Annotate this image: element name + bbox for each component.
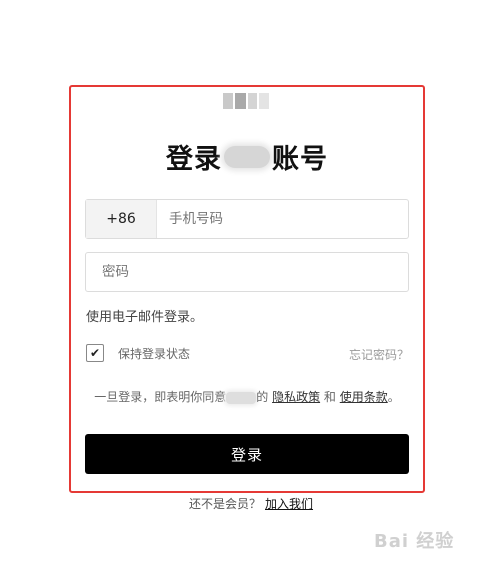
join-link[interactable]: 加入我们	[265, 497, 313, 511]
terms-and: 和	[323, 390, 336, 404]
login-card: 登录 账号 +86 使用电子邮件登录。 ✔ 保持登录状态 忘记密码？ 一旦登录，…	[69, 85, 425, 493]
phone-input[interactable]	[157, 200, 408, 238]
brand-logo	[223, 93, 270, 109]
redacted-brand-name	[224, 145, 270, 168]
check-icon: ✔	[89, 346, 101, 360]
terms-end: 。	[387, 390, 400, 404]
privacy-policy-link[interactable]: 隐私政策	[272, 390, 320, 404]
forgot-password-link[interactable]: 忘记密码？	[349, 346, 409, 363]
phone-field-group: +86	[85, 199, 409, 239]
terms-notice: 一旦登录，即表明你同意 的 隐私政策 和 使用条款。	[71, 388, 423, 405]
terms-connector: 的	[256, 390, 269, 404]
watermark-logo: Bai 经验	[374, 531, 455, 552]
login-button[interactable]: 登录	[85, 434, 409, 474]
redacted-brand-inline	[226, 391, 257, 404]
title-prefix: 登录	[166, 144, 222, 175]
title-suffix: 账号	[272, 144, 328, 175]
not-member-text: 还不是会员？	[188, 497, 261, 511]
password-input[interactable]	[86, 253, 408, 291]
remember-me: ✔ 保持登录状态	[86, 344, 190, 362]
signup-prompt: 还不是会员？ 加入我们	[0, 495, 502, 512]
email-login-link[interactable]: 使用电子邮件登录。	[86, 306, 203, 325]
terms-prefix: 一旦登录，即表明你同意	[94, 390, 227, 404]
password-field-group	[85, 252, 409, 292]
remember-checkbox[interactable]: ✔	[86, 344, 104, 362]
page-title: 登录 账号	[71, 137, 423, 176]
remember-label: 保持登录状态	[118, 346, 191, 361]
country-code-selector[interactable]: +86	[86, 200, 157, 238]
terms-of-use-link[interactable]: 使用条款	[340, 390, 388, 404]
